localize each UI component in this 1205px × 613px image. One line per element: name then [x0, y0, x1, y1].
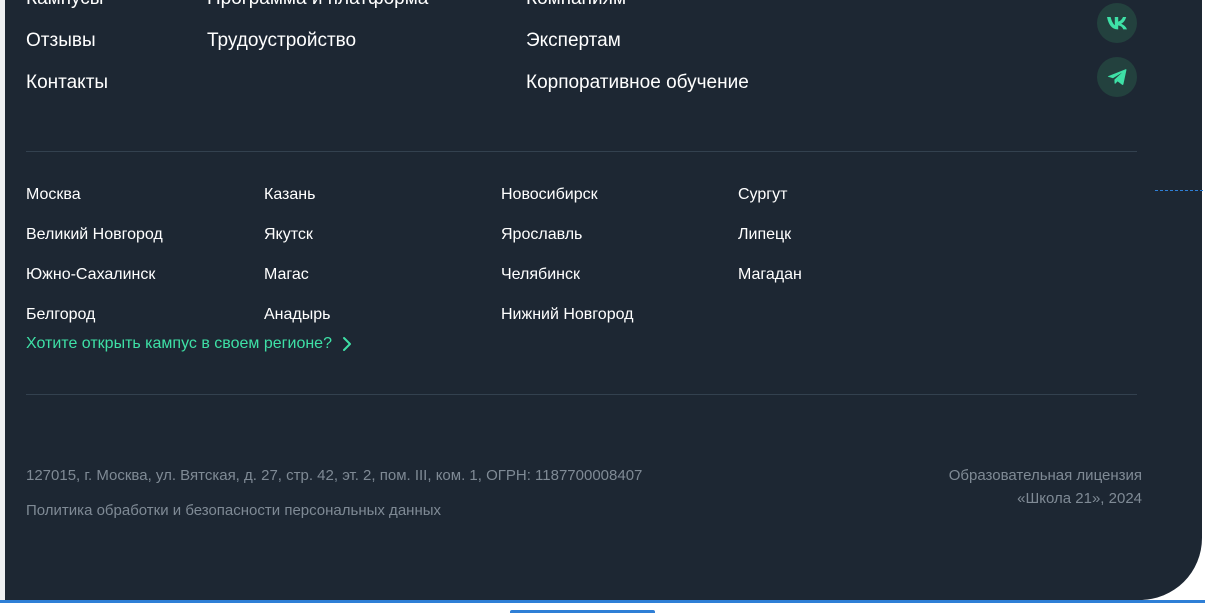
vk-button[interactable]	[1097, 3, 1137, 43]
city-link[interactable]: Сургут	[738, 185, 787, 205]
vk-icon	[1107, 17, 1127, 30]
blue-border-line	[0, 600, 1205, 603]
nav-link-employment[interactable]: Трудоустройство	[207, 30, 356, 52]
dashed-guide	[1155, 190, 1203, 191]
city-link[interactable]: Нижний Новгород	[501, 305, 633, 325]
nav-link-contacts[interactable]: Контакты	[26, 72, 108, 94]
chevron-right-icon	[342, 336, 352, 352]
city-link[interactable]: Южно-Сахалинск	[26, 265, 155, 285]
page-bottom-strip	[0, 600, 1205, 613]
city-link[interactable]: Анадырь	[264, 305, 330, 325]
open-campus-link[interactable]: Хотите открыть кампус в своем регионе?	[26, 334, 352, 354]
nav-link-companies[interactable]: Компаниям	[526, 0, 626, 10]
nav-link-corporate-training[interactable]: Корпоративное обучение	[526, 72, 749, 94]
divider-bottom	[26, 394, 1137, 395]
privacy-policy-link[interactable]: Политика обработки и безопасности персон…	[26, 501, 441, 521]
nav-link-program[interactable]: Программа и платформа	[207, 0, 428, 10]
license-info: Образовательная лицензия «Школа 21», 202…	[949, 464, 1142, 510]
city-link[interactable]: Ярославль	[501, 225, 582, 245]
city-link[interactable]: Великий Новгород	[26, 225, 163, 245]
site-footer: Кампусы Отзывы Контакты Программа и плат…	[0, 0, 1202, 600]
city-link[interactable]: Белгород	[26, 305, 95, 325]
telegram-icon	[1107, 69, 1127, 85]
city-link[interactable]: Магадан	[738, 265, 802, 285]
divider-top	[26, 151, 1137, 152]
city-link[interactable]: Якутск	[264, 225, 313, 245]
telegram-button[interactable]	[1097, 57, 1137, 97]
city-link[interactable]: Липецк	[738, 225, 791, 245]
city-link[interactable]: Казань	[264, 185, 315, 205]
license-line-2: «Школа 21», 2024	[1017, 490, 1142, 507]
license-line-1: Образовательная лицензия	[948, 467, 1142, 484]
nav-link-campuses[interactable]: Кампусы	[26, 0, 103, 10]
nav-link-experts[interactable]: Экспертам	[526, 30, 621, 52]
open-campus-label: Хотите открыть кампус в своем регионе?	[26, 335, 332, 352]
nav-link-reviews[interactable]: Отзывы	[26, 30, 96, 52]
city-link[interactable]: Магас	[264, 265, 309, 285]
company-address: 127015, г. Москва, ул. Вятская, д. 27, с…	[26, 467, 643, 484]
city-link[interactable]: Челябинск	[501, 265, 580, 285]
city-link[interactable]: Новосибирск	[501, 185, 598, 205]
city-link[interactable]: Москва	[26, 185, 81, 205]
